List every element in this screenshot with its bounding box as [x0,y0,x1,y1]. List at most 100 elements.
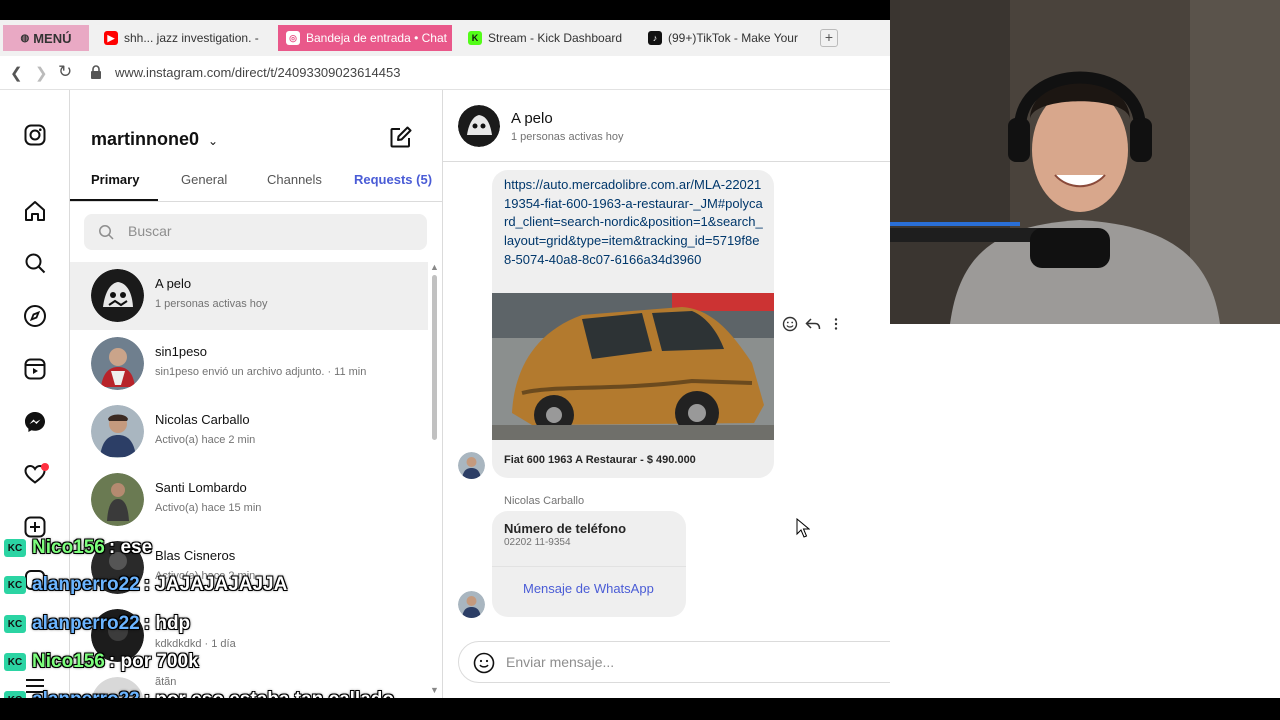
tab-instagram[interactable]: ◎ Bandeja de entrada • Chat [278,25,452,51]
back-icon[interactable]: ❮ [10,64,23,82]
chat-text: : por 700k [108,651,199,672]
tab-label: shh... jazz investigation. - [124,31,259,45]
chat-username: alanperro22 [32,613,140,634]
instagram-logo-icon[interactable] [23,123,47,147]
conversation-nicolas-carballo[interactable]: Nicolas Carballo Activo(a) hace 2 min [70,398,428,466]
chat-badge-icon: KC [4,576,26,594]
conversation-name: Blas Cisneros [155,548,236,563]
shared-link-url[interactable]: https://auto.mercadolibre.com.ar/MLA-220… [504,176,764,270]
link-preview-title[interactable]: Fiat 600 1963 A Restaurar - $ 490.000 [504,454,696,466]
mouse-cursor-icon [796,518,810,538]
tiktok-icon: ♪ [648,31,662,45]
chat-activity-status: 1 personas activas hoy [511,131,624,143]
chat-title[interactable]: A pelo [511,110,553,127]
explore-icon[interactable] [23,304,47,328]
menu-label: MENÚ [33,30,72,46]
avatar [91,405,144,458]
account-switcher[interactable]: martinnone0 ⌄ [91,129,218,150]
chat-badge-icon: KC [4,539,26,557]
instagram-app: martinnone0 ⌄ Primary General Channels R… [0,90,1259,698]
inbox-scrollbar[interactable] [432,275,437,440]
reels-icon[interactable] [23,357,47,381]
inbox-tabs: Primary General Channels Requests (5) [70,170,443,202]
stream-chat-message: KC Nico156 : por 700k [4,649,199,675]
inbox-panel: martinnone0 ⌄ Primary General Channels R… [70,90,443,698]
conversation-status: Activo(a) hace 2 min [155,434,256,446]
conversation-name: A pelo [155,276,192,291]
contact-title: Número de teléfono [504,521,627,536]
chat-text: : JAJAJAJAJJA [143,574,288,595]
reload-icon[interactable]: ↻ [58,62,72,82]
chat-badge-icon: KC [4,653,26,671]
chat-username: Nico156 [32,651,105,672]
conversation-sin1peso[interactable]: sin1peso sin1peso envió un archivo adjun… [70,330,428,398]
avatar [91,337,144,390]
tab-youtube[interactable]: ▶ shh... jazz investigation. - [96,25,268,51]
search-icon [99,225,114,240]
browser-tab-bar: ◍ MENÚ ▶ shh... jazz investigation. - ◎ … [0,20,890,56]
emoji-react-icon[interactable] [782,316,798,332]
tab-requests[interactable]: Requests (5) [354,172,432,187]
chat-username: alanperro22 [32,574,140,595]
home-icon[interactable] [23,199,47,223]
stream-chat-message: KC alanperro22 : hdp [4,611,190,637]
tab-channels[interactable]: Channels [267,172,322,187]
chat-header: A pelo 1 personas activas hoy [443,90,890,162]
contact-phone-number[interactable]: 02202 11-9354 [504,537,571,548]
page-background [890,324,1280,698]
stream-chat-message: KC Nico156 : ese [4,535,152,561]
scroll-down-icon[interactable]: ▼ [430,685,439,695]
chat-badge-icon: KC [4,615,26,633]
conversation-name: sin1peso [155,344,208,359]
conversation-santi-lombardo[interactable]: Santi Lombardo Activo(a) hace 15 min [70,466,428,534]
more-options-icon[interactable] [828,316,844,332]
conversation-name: Santi Lombardo [155,480,247,495]
messenger-icon[interactable] [23,410,47,434]
scroll-up-icon[interactable]: ▲ [430,262,439,272]
avatar [91,269,144,322]
avatar [91,473,144,526]
streamer-webcam-image [890,0,1280,324]
tab-label: Bandeja de entrada • Chat [306,31,447,45]
conversation-status: sin1peso envió un archivo adjunto. · 11 … [155,366,367,378]
forward-icon[interactable]: ❯ [35,64,48,82]
sender-avatar[interactable] [458,591,485,618]
sender-avatar[interactable] [458,452,485,479]
nav-rail [0,90,70,698]
new-tab-button[interactable]: + [820,29,838,47]
chat-avatar[interactable] [458,105,500,147]
new-message-icon[interactable] [389,125,413,149]
conversation-a-pelo[interactable]: A pelo 1 personas activas hoy [70,262,428,330]
search-input[interactable] [128,223,408,239]
search-box [84,214,427,250]
tab-label: Stream - Kick Dashboard [488,31,623,45]
tab-tiktok[interactable]: ♪ (99+)TikTok - Make Your [640,25,812,51]
conversation-status: Activo(a) hace 15 min [155,502,262,514]
emoji-picker-icon[interactable] [473,652,495,674]
active-tab-indicator [70,199,158,201]
tab-general[interactable]: General [181,172,227,187]
conversation-status: 1 personas activas hoy [155,298,268,310]
chevron-down-icon: ⌄ [208,134,219,148]
chat-text: : hdp [143,613,191,634]
car-listing-image[interactable] [492,293,774,440]
message-input[interactable] [506,654,806,670]
sender-name: Nicolas Carballo [504,495,585,507]
webcam-feed [890,0,1280,324]
url-text[interactable]: www.instagram.com/direct/t/2409330902361… [115,65,400,80]
lock-icon [91,65,101,79]
bottom-strip [0,698,1280,720]
address-bar: ❮ ❯ ↻ www.instagram.com/direct/t/2409330… [0,56,890,90]
tab-kick[interactable]: K Stream - Kick Dashboard [460,25,632,51]
stream-chat-message: KC alanperro22 : JAJAJAJAJJA [4,572,287,598]
tab-primary[interactable]: Primary [91,172,139,187]
notification-dot [41,463,49,471]
whatsapp-message-button[interactable]: Mensaje de WhatsApp [523,581,654,596]
browser-menu-button[interactable]: ◍ MENÚ [3,25,89,51]
chat-panel: A pelo 1 personas activas hoy https://au… [443,90,1259,698]
search-icon[interactable] [23,251,47,275]
kick-icon: K [468,31,482,45]
conversation-name: Nicolas Carballo [155,412,250,427]
tab-label: (99+)TikTok - Make Your [668,31,798,45]
reply-icon[interactable] [805,316,821,332]
